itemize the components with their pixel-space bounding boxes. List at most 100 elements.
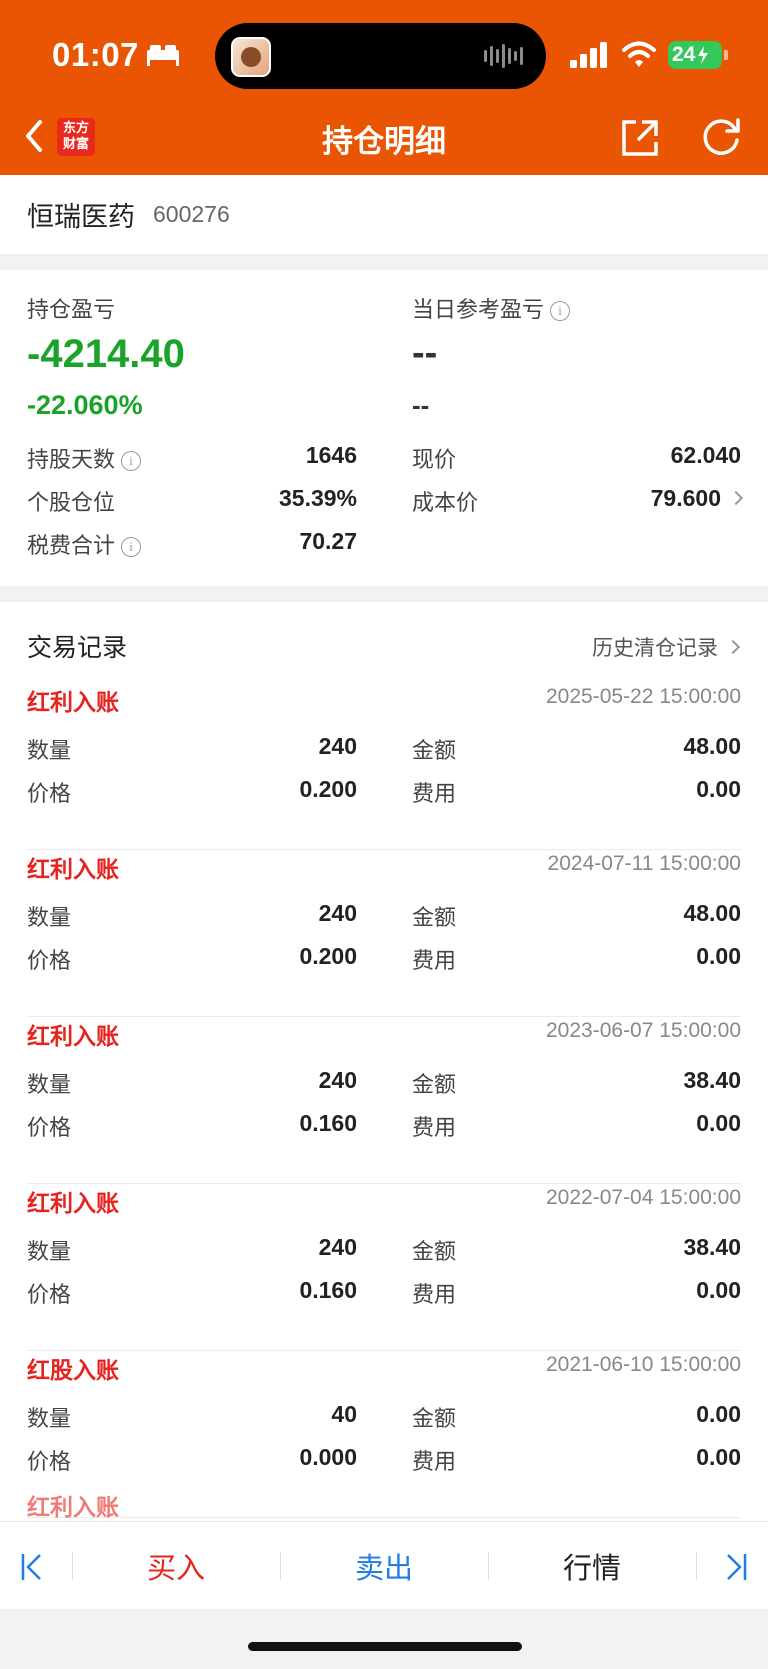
records-title: 交易记录 (27, 633, 128, 662)
day-pl-pct: -- (412, 390, 430, 420)
current-price-label: 现价 (412, 448, 457, 473)
qty-label: 数量 (27, 906, 72, 931)
amount-value: 48.00 (683, 900, 741, 926)
amount-label: 金额 (412, 1240, 457, 1265)
amount-value: 48.00 (683, 733, 741, 759)
amount-value: 0.00 (696, 1401, 741, 1427)
amount-label: 金额 (412, 1407, 457, 1432)
fee-label: 费用 (412, 949, 457, 974)
fee-label: 费用 (412, 1116, 457, 1141)
share-icon[interactable] (620, 118, 660, 158)
position-pl-pct: -22.060% (27, 390, 143, 420)
stock-name: 恒瑞医药 (27, 202, 135, 233)
current-price-value: 62.040 (670, 442, 741, 468)
amount-label: 金额 (412, 1073, 457, 1098)
battery-indicator: 24 (668, 41, 722, 69)
qty-label: 数量 (27, 1073, 72, 1098)
price-value: 0.000 (299, 1444, 357, 1470)
amount-value: 38.40 (683, 1067, 741, 1093)
qty-value: 240 (318, 1234, 357, 1260)
chevron-right-icon (725, 639, 741, 655)
price-value: 0.200 (299, 943, 357, 969)
price-value: 0.160 (299, 1277, 357, 1303)
sell-button[interactable]: 卖出 (281, 1522, 487, 1610)
price-value: 0.160 (299, 1110, 357, 1136)
fee-value: 0.00 (696, 1444, 741, 1470)
trade-record[interactable]: 红利入账 2024-07-11 15:00:00 数量 240 金额 48.00 价格 0.2… (27, 850, 741, 1017)
home-indicator[interactable] (248, 1642, 522, 1651)
fee-label: 费用 (412, 1283, 457, 1308)
stock-header[interactable]: 恒瑞医药 600276 (0, 175, 768, 254)
price-label: 价格 (27, 949, 72, 974)
info-icon[interactable]: i (121, 451, 142, 471)
qty-label: 数量 (27, 1240, 72, 1265)
info-icon[interactable]: i (121, 537, 142, 557)
trade-record[interactable]: 红股入账 2021-06-10 15:00:00 数量 40 金额 0.00 价格 0.000… (27, 1351, 741, 1518)
qty-label: 数量 (27, 739, 72, 764)
price-label: 价格 (27, 1283, 72, 1308)
chevron-right-icon (728, 490, 744, 506)
price-label: 价格 (27, 1450, 72, 1475)
position-summary: 持仓盈亏 -4214.40 -22.060% 当日参考盈亏 i -- -- 持股天… (0, 270, 768, 586)
qty-label: 数量 (27, 1407, 72, 1432)
divider (696, 1552, 697, 1580)
cost-price-label: 成本价 (412, 491, 479, 516)
trade-records: 交易记录 历史清仓记录 红利入账 2025-05-22 15:00:00 数量 240… (0, 602, 768, 1532)
partial-next-entry-type: 红利入账 (27, 1495, 119, 1521)
status-time: 01:07 (52, 36, 139, 73)
cellular-signal-icon (570, 42, 607, 68)
cost-price-value: 79.600 (650, 485, 721, 511)
trade-record[interactable]: 红利入账 2022-07-04 15:00:00 数量 240 金额 38.40 价格 0.1… (27, 1184, 741, 1351)
holding-days-value: 1646 (305, 442, 357, 468)
tax-total-value: 70.27 (299, 528, 357, 554)
day-pl-value: -- (412, 332, 438, 374)
audio-waveform-icon (484, 43, 524, 69)
position-ratio-label: 个股仓位 (27, 491, 116, 516)
record-time: 2021-06-10 15:00:00 (546, 1353, 741, 1376)
battery-cap (724, 50, 728, 60)
info-icon[interactable]: i (550, 301, 571, 321)
amount-label: 金额 (412, 906, 457, 931)
record-type: 红股入账 (27, 1358, 119, 1384)
qty-value: 240 (318, 1067, 357, 1093)
record-type: 红利入账 (27, 690, 119, 716)
last-page-icon[interactable] (720, 1552, 748, 1582)
record-time: 2024-07-11 15:00:00 (547, 852, 741, 875)
record-time: 2023-06-07 15:00:00 (546, 1019, 741, 1042)
now-playing-artwork-icon (231, 37, 271, 77)
stock-code: 600276 (153, 201, 230, 227)
quote-button[interactable]: 行情 (489, 1522, 695, 1610)
qty-value: 240 (318, 900, 357, 926)
price-value: 0.200 (299, 776, 357, 802)
amount-label: 金额 (412, 739, 457, 764)
holding-days-label: 持股天数 i (27, 442, 142, 474)
trade-record[interactable]: 红利入账 2025-05-22 15:00:00 数量 240 金额 48.00 价格 0.2… (27, 683, 741, 850)
record-type: 红利入账 (27, 857, 119, 883)
fee-value: 0.00 (696, 776, 741, 802)
home-area (0, 1609, 768, 1669)
price-label: 价格 (27, 1116, 72, 1141)
amount-value: 38.40 (683, 1234, 741, 1260)
trade-record[interactable]: 红利入账 2023-06-07 15:00:00 数量 240 金额 38.40 价格 0.1… (27, 1017, 741, 1184)
refresh-icon[interactable] (700, 116, 742, 158)
sleep-focus-icon (147, 45, 179, 66)
first-page-icon[interactable] (20, 1552, 48, 1582)
tax-total-label: 税费合计 i (27, 528, 142, 560)
qty-value: 240 (318, 733, 357, 759)
fee-value: 0.00 (696, 943, 741, 969)
battery-level: 24 (672, 43, 696, 66)
history-clearance-link[interactable]: 历史清仓记录 (592, 632, 741, 662)
dynamic-island[interactable] (215, 23, 546, 89)
header: 01:07 24 东方 财富 持仓明细 (0, 0, 768, 175)
wifi-icon (622, 41, 656, 67)
fee-value: 0.00 (696, 1110, 741, 1136)
fee-value: 0.00 (696, 1277, 741, 1303)
record-type: 红利入账 (27, 1191, 119, 1217)
position-ratio-value: 35.39% (278, 485, 357, 511)
day-pl-label: 当日参考盈亏 i (412, 292, 571, 324)
qty-value: 40 (331, 1401, 357, 1427)
record-time: 2022-07-04 15:00:00 (546, 1186, 741, 1209)
charging-bolt-icon (698, 46, 709, 64)
cost-price-row[interactable]: 79.600 (650, 485, 744, 512)
buy-button[interactable]: 买入 (73, 1522, 279, 1610)
